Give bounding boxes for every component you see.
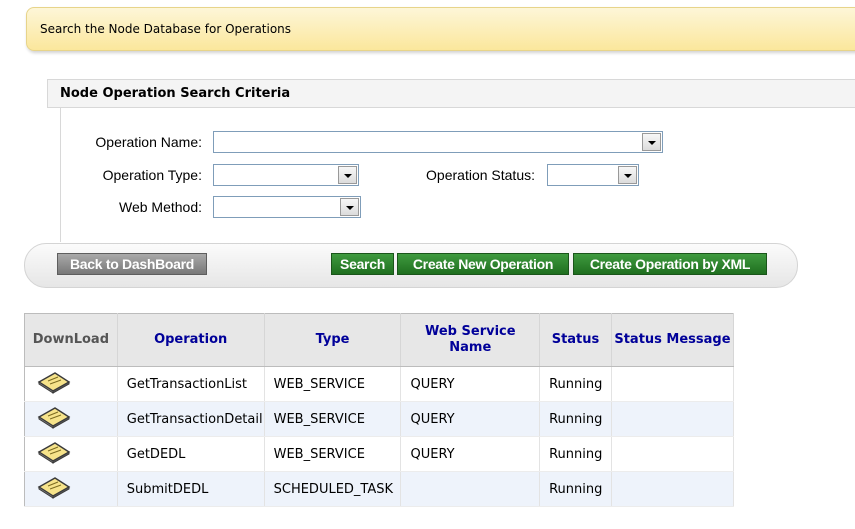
chevron-down-icon[interactable] [338, 166, 357, 184]
operation-cell[interactable]: GetTransactionList [117, 366, 265, 402]
create-operation-by-xml-button[interactable]: Create Operation by XML [573, 253, 767, 275]
operation-cell[interactable]: GetDEDL [117, 436, 265, 472]
operation-cell[interactable]: GetTransactionDetail [117, 401, 265, 437]
column-header-download: DownLoad [24, 313, 118, 367]
status-cell: Running [539, 366, 612, 402]
download-cell [24, 401, 118, 437]
status-message-cell [611, 471, 735, 507]
column-header-web-service-name[interactable]: Web Service Name [400, 313, 541, 367]
type-cell: WEB_SERVICE [264, 366, 402, 402]
banner-text: Search the Node Database for Operations [40, 22, 292, 36]
table-row: GetTransactionDetail WEB_SERVICE QUERY R… [24, 401, 735, 437]
table-row: GetDEDL WEB_SERVICE QUERY Running [24, 436, 735, 472]
column-header-status-message[interactable]: Status Message [611, 313, 735, 367]
download-document-icon[interactable] [37, 405, 71, 429]
search-button[interactable]: Search [331, 253, 394, 275]
chevron-down-icon[interactable] [618, 166, 637, 184]
web-service-name-cell: QUERY [400, 401, 541, 437]
web-method-label: Web Method: [118, 199, 202, 215]
type-cell: WEB_SERVICE [264, 436, 402, 472]
operation-name-label: Operation Name: [95, 134, 202, 150]
search-criteria-title: Node Operation Search Criteria [60, 86, 291, 101]
status-cell: Running [539, 401, 612, 437]
type-cell: SCHEDULED_TASK [264, 471, 402, 507]
chevron-down-icon[interactable] [340, 198, 359, 216]
create-new-operation-button[interactable]: Create New Operation [397, 253, 569, 275]
operations-table: DownLoad Operation Type Web Service Name… [24, 313, 735, 507]
web-method-select[interactable] [213, 196, 361, 218]
download-cell [24, 366, 118, 402]
column-header-operation[interactable]: Operation [117, 313, 265, 367]
operation-cell[interactable]: SubmitDEDL [117, 471, 265, 507]
download-document-icon[interactable] [37, 475, 71, 499]
operation-status-select[interactable] [547, 164, 639, 186]
search-criteria-header: Node Operation Search Criteria [47, 79, 855, 108]
download-cell [24, 436, 118, 472]
download-document-icon[interactable] [37, 370, 71, 394]
column-header-status[interactable]: Status [539, 313, 612, 367]
operation-status-label: Operation Status: [426, 167, 535, 183]
status-cell: Running [539, 436, 612, 472]
status-message-cell [611, 366, 735, 402]
download-cell [24, 471, 118, 507]
operation-type-select[interactable] [213, 164, 359, 186]
web-service-name-cell: QUERY [400, 436, 541, 472]
web-service-name-cell [400, 471, 541, 507]
table-header-row: DownLoad Operation Type Web Service Name… [24, 313, 735, 367]
search-criteria-panel [60, 108, 64, 242]
status-message-cell [611, 401, 735, 437]
status-cell: Running [539, 471, 612, 507]
column-header-type[interactable]: Type [264, 313, 402, 367]
web-service-name-cell: QUERY [400, 366, 541, 402]
table-row: SubmitDEDL SCHEDULED_TASK Running [24, 471, 735, 507]
page-banner: Search the Node Database for Operations [26, 7, 855, 51]
table-row: GetTransactionList WEB_SERVICE QUERY Run… [24, 366, 735, 402]
status-message-cell [611, 436, 735, 472]
back-to-dashboard-button[interactable]: Back to DashBoard [57, 253, 207, 275]
chevron-down-icon[interactable] [642, 133, 661, 151]
operation-type-label: Operation Type: [102, 167, 202, 183]
download-document-icon[interactable] [37, 440, 71, 464]
operation-name-select[interactable] [213, 131, 663, 153]
type-cell: WEB_SERVICE [264, 401, 402, 437]
